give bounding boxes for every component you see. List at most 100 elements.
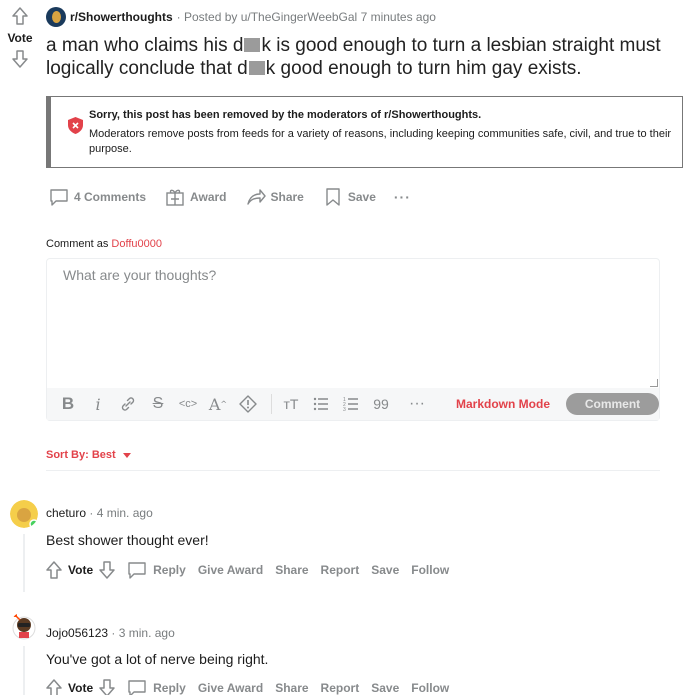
vote-column: Vote — [0, 6, 40, 69]
comment-author[interactable]: cheturo — [46, 506, 86, 520]
censor-block — [248, 61, 265, 75]
comment-as: Comment as Doffu0000 — [46, 238, 162, 250]
resize-handle[interactable] — [650, 379, 658, 387]
comment-input[interactable] — [47, 259, 659, 389]
downvote-icon[interactable] — [10, 49, 30, 69]
svg-text:3: 3 — [343, 407, 346, 413]
vote-label: Vote — [68, 681, 94, 695]
strikethrough-button[interactable]: S — [145, 391, 171, 417]
more-options-button[interactable]: ··· — [394, 189, 411, 205]
post-time: 7 minutes ago — [360, 10, 436, 24]
comment-actions: Vote Reply Give Award Share Report Save … — [44, 678, 461, 695]
markdown-mode-button[interactable]: Markdown Mode — [456, 397, 550, 411]
award-button[interactable]: Award — [164, 186, 227, 208]
divider — [46, 470, 660, 471]
share-icon — [246, 189, 266, 205]
toolbar-separator — [271, 394, 272, 414]
downvote-icon[interactable] — [97, 560, 117, 580]
link-icon — [121, 397, 135, 411]
avatar[interactable] — [10, 500, 38, 528]
reply-label: Reply — [153, 681, 186, 695]
comment-body: Best shower thought ever! — [46, 532, 209, 548]
spoiler-icon — [239, 395, 257, 413]
removed-notice: Sorry, this post has been removed by the… — [46, 96, 683, 168]
report-button[interactable]: Report — [321, 681, 360, 695]
more-formatting-button[interactable]: ··· — [404, 391, 430, 417]
current-username[interactable]: Doffu0000 — [111, 238, 162, 250]
removed-title: Sorry, this post has been removed by the… — [89, 109, 482, 121]
vote-label: Vote — [7, 31, 33, 45]
save-button[interactable]: Save — [371, 563, 399, 577]
avatar[interactable] — [10, 612, 38, 640]
comment-time: · 3 min. ago — [111, 626, 175, 640]
subreddit-link[interactable]: r/Showerthoughts — [70, 10, 173, 24]
bulleted-list-button[interactable] — [308, 391, 334, 417]
comment-icon — [50, 189, 68, 206]
spoiler-button[interactable] — [235, 391, 261, 417]
link-button[interactable] — [115, 391, 141, 417]
share-button[interactable]: Share — [275, 563, 308, 577]
editor-toolbar: B i S <c> A ^ ᴛT 123 99 ··· Markdown Mode… — [47, 388, 660, 420]
post-actions: 4 Comments Award Share Save ··· — [48, 184, 429, 210]
censor-block — [244, 38, 261, 52]
shield-icon — [68, 117, 83, 134]
report-button[interactable]: Report — [321, 563, 360, 577]
give-award-button[interactable]: Give Award — [198, 563, 263, 577]
post-title[interactable]: a man who claims his dk is good enough t… — [46, 34, 686, 80]
comment-editor: B i S <c> A^ ᴛT 123 99 ··· Markdown Mode… — [46, 258, 660, 421]
thread-line[interactable] — [23, 646, 25, 695]
upvote-icon[interactable] — [44, 678, 64, 695]
quote-button[interactable]: 99 — [368, 391, 394, 417]
superscript-button[interactable]: A ^ — [205, 391, 231, 417]
reply-label: Reply — [153, 563, 186, 577]
vote-label: Vote — [68, 563, 94, 577]
comment-icon — [128, 562, 146, 579]
removed-message: Moderators remove posts from feeds for a… — [89, 128, 672, 155]
reply-button[interactable]: Reply — [127, 678, 186, 695]
thread-line[interactable] — [23, 534, 25, 592]
italic-button[interactable]: i — [85, 391, 111, 417]
downvote-icon[interactable] — [97, 678, 117, 695]
save-button[interactable]: Save — [371, 681, 399, 695]
post-meta: r/Showerthoughts · Posted by u/TheGinger… — [46, 7, 436, 27]
upvote-icon[interactable] — [10, 6, 30, 26]
save-button[interactable]: Save — [322, 186, 376, 208]
inline-code-button[interactable]: <c> — [175, 391, 201, 417]
comments-button[interactable]: 4 Comments — [48, 186, 146, 208]
gift-icon — [166, 189, 184, 206]
reply-button[interactable]: Reply — [127, 560, 186, 580]
comment-actions: Vote Reply Give Award Share Report Save … — [44, 560, 461, 580]
comment: Jojo056123 · 3 min. ago You've got a lot… — [10, 612, 690, 695]
comment-submit-button[interactable]: Comment — [566, 393, 660, 415]
follow-button[interactable]: Follow — [411, 681, 449, 695]
comment-header: Jojo056123 · 3 min. ago — [46, 626, 175, 640]
give-award-button[interactable]: Give Award — [198, 681, 263, 695]
comment-as-label: Comment as — [46, 238, 109, 250]
numbered-list-icon: 123 — [343, 397, 358, 413]
upvote-icon[interactable] — [44, 560, 64, 580]
heading-button[interactable]: ᴛT — [278, 391, 304, 417]
posted-by[interactable]: · Posted by u/TheGingerWeebGal — [177, 10, 358, 24]
comment: cheturo · 4 min. ago Best shower thought… — [10, 500, 690, 595]
comment-header: cheturo · 4 min. ago — [46, 506, 153, 520]
title-text-1: a man who claims his d — [46, 35, 244, 56]
subreddit-avatar[interactable] — [46, 7, 66, 27]
follow-button[interactable]: Follow — [411, 563, 449, 577]
share-button[interactable]: Share — [275, 681, 308, 695]
comments-label: 4 Comments — [74, 190, 147, 204]
sort-dropdown[interactable]: Sort By: Best — [46, 449, 131, 461]
comment-body: You've got a lot of nerve being right. — [46, 651, 269, 667]
bulleted-list-icon — [313, 397, 328, 411]
bold-button[interactable]: B — [55, 391, 81, 417]
share-button[interactable]: Share — [245, 186, 304, 208]
sort-label: Sort By: Best — [46, 449, 116, 461]
comment-author[interactable]: Jojo056123 — [46, 626, 108, 640]
save-label: Save — [347, 190, 376, 204]
award-label: Award — [190, 190, 227, 204]
numbered-list-button[interactable]: 123 — [338, 391, 364, 417]
comment-time: · 4 min. ago — [89, 506, 153, 520]
caret-down-icon — [122, 452, 131, 458]
comment-icon — [128, 680, 146, 695]
title-text-3: k good enough to turn him gay exists. — [265, 58, 582, 79]
share-label: Share — [270, 190, 304, 204]
